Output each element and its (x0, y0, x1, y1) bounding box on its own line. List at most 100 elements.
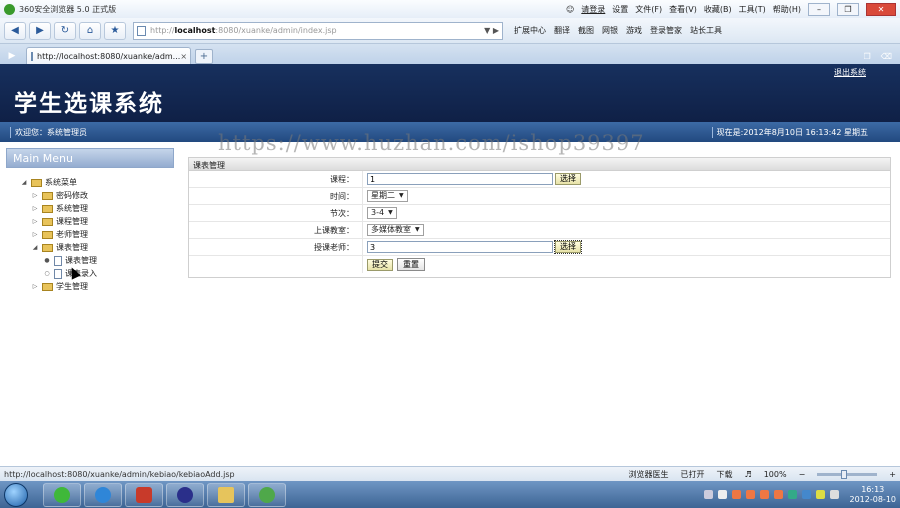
taskbar-app-ie[interactable] (84, 482, 122, 507)
sidebar-toggle-icon[interactable]: ▶ (4, 48, 20, 64)
maximize-button[interactable]: ❐ (837, 2, 859, 16)
collapse-icon[interactable]: ◢ (20, 179, 28, 186)
course-select-button[interactable]: 选择 (555, 173, 581, 185)
tab-bar: ▶ http://localhost:8080/xuanke/adm... × … (0, 44, 900, 64)
expand-icon[interactable]: ▷ (31, 283, 39, 290)
toolbar-screenshot[interactable]: 截图 (578, 25, 594, 36)
submit-button[interactable]: 提交 (367, 258, 393, 271)
address-bar[interactable]: http:// localhost :8080/xuanke/admin/ind… (133, 21, 503, 40)
folder-icon (42, 282, 53, 291)
form-row-teacher: 授课老师： 选择 (189, 239, 890, 256)
download-button[interactable]: 下载 (717, 469, 733, 480)
toolbar-webmaster-tools[interactable]: 站长工具 (690, 25, 722, 36)
menu-settings[interactable]: 设置 (612, 4, 628, 15)
volume-icon[interactable] (829, 490, 839, 499)
clock-date: 2012-08-10 (849, 494, 897, 504)
taskbar-app-360[interactable] (248, 482, 286, 507)
favorite-star-button[interactable]: ★ (104, 21, 126, 40)
toolbar-translate[interactable]: 翻译 (554, 25, 570, 36)
form-row-section: 节次： 3-4 ▼ (189, 205, 890, 222)
input-method-icon[interactable] (717, 490, 727, 499)
zoom-in-icon[interactable]: + (889, 470, 896, 479)
expand-icon[interactable]: ▷ (31, 231, 39, 238)
address-dropdown-icon[interactable]: ▼ ▶ (484, 26, 499, 35)
expand-icon[interactable]: ▷ (31, 218, 39, 225)
zoom-slider[interactable] (817, 469, 878, 479)
classroom-label: 上课教室： (189, 222, 363, 238)
zoom-slider-knob[interactable] (841, 469, 848, 479)
folder-icon (42, 217, 53, 226)
tab-page-icon (31, 51, 33, 61)
classroom-select[interactable]: 多媒体教室 ▼ (367, 224, 424, 236)
tree-item-student-admin[interactable]: ▷ 学生管理 (6, 280, 174, 293)
section-select-value: 3-4 (371, 208, 385, 217)
trash-icon[interactable]: ⌫ (881, 52, 892, 61)
toolbar-login-manager[interactable]: 登录管家 (650, 25, 682, 36)
folder-icon (42, 243, 53, 252)
course-input[interactable] (367, 173, 553, 185)
logout-link[interactable]: 退出系统 (834, 67, 866, 78)
clock-time: 16:13 (861, 484, 885, 494)
toolbar-games[interactable]: 游戏 (626, 25, 642, 36)
qq-icon[interactable] (773, 490, 783, 499)
opened-tabs[interactable]: 已打开 (681, 469, 705, 480)
menu-help[interactable]: 帮助(H) (773, 4, 801, 15)
back-button[interactable]: ◀ (4, 21, 26, 40)
teacher-select-button[interactable]: 选择 (554, 240, 582, 254)
qq-icon[interactable] (731, 490, 741, 499)
tree-item-system-admin[interactable]: ▷ 系统管理 (6, 202, 174, 215)
collapse-icon[interactable]: ◢ (31, 244, 39, 251)
taskbar-app-eclipse[interactable] (166, 482, 204, 507)
tree-item-password[interactable]: ▷ 密码修改 (6, 189, 174, 202)
panel-title: 课表管理 (189, 158, 890, 171)
security-icon[interactable] (801, 490, 811, 499)
start-button[interactable] (4, 482, 28, 507)
watermark-text: https://www.huzhan.com/ishop39397 (218, 131, 645, 155)
time-select[interactable]: 星期二 ▼ (367, 190, 408, 202)
tree-item-course-admin[interactable]: ▷ 课程管理 (6, 215, 174, 228)
taskbar-app-tool[interactable] (125, 482, 163, 507)
menu-view[interactable]: 查看(V) (669, 4, 697, 15)
tree-item-schedule-manage[interactable]: ● 课表管理 (6, 254, 174, 267)
taskbar-app-explorer[interactable] (207, 482, 245, 507)
network-icon[interactable] (787, 490, 797, 499)
flag-icon[interactable] (815, 490, 825, 499)
qq-icon[interactable] (759, 490, 769, 499)
zoom-level[interactable]: 100% (764, 470, 787, 479)
menu-favorites[interactable]: 收藏(B) (704, 4, 732, 15)
time-label: 时间： (189, 188, 363, 204)
menu-file[interactable]: 文件(F) (635, 4, 662, 15)
expand-icon[interactable]: ▷ (31, 205, 39, 212)
tab-close-icon[interactable]: × (180, 52, 187, 61)
browser-doctor[interactable]: 浏览器医生 (629, 469, 669, 480)
actions-spacer (189, 256, 363, 273)
eclipse-icon (177, 486, 193, 503)
close-window-button[interactable]: ✕ (866, 2, 896, 16)
tab-active[interactable]: http://localhost:8080/xuanke/adm... × (26, 47, 191, 64)
toolbar-extensions[interactable]: 扩展中心 (514, 25, 546, 36)
toolbar-ebank[interactable]: 网银 (602, 25, 618, 36)
expand-icon[interactable]: ▷ (31, 192, 39, 199)
reset-button[interactable]: 重置 (397, 258, 425, 271)
keyboard-icon[interactable] (703, 490, 713, 499)
teacher-input[interactable] (367, 241, 553, 253)
tree-item-system-menu[interactable]: ◢ 系统菜单 (6, 176, 174, 189)
tree-item-schedule-add[interactable]: ○ 课表录入 (6, 265, 174, 280)
menu-tools[interactable]: 工具(T) (739, 4, 766, 15)
taskbar-app-browser[interactable] (43, 482, 81, 507)
new-tab-button[interactable]: + (195, 49, 213, 64)
minimize-button[interactable]: – (808, 2, 830, 16)
qq-icon[interactable] (745, 490, 755, 499)
zoom-out-icon[interactable]: − (799, 470, 806, 479)
section-select[interactable]: 3-4 ▼ (367, 207, 397, 219)
tree-item-teacher-admin[interactable]: ▷ 老师管理 (6, 228, 174, 241)
user-icon[interactable]: ☺ (566, 5, 574, 14)
taskbar-clock[interactable]: 16:13 2012-08-10 (850, 485, 897, 505)
login-link[interactable]: 请登录 (581, 4, 605, 15)
home-button[interactable]: ⌂ (79, 21, 101, 40)
refresh-button[interactable]: ↻ (54, 21, 76, 40)
tab-list-icon[interactable]: ❐ (864, 52, 871, 61)
speaker-icon[interactable]: ♬ (745, 470, 752, 479)
forward-button[interactable]: ▶ (29, 21, 51, 40)
tree-item-schedule-admin[interactable]: ◢ 课表管理 (6, 241, 174, 254)
